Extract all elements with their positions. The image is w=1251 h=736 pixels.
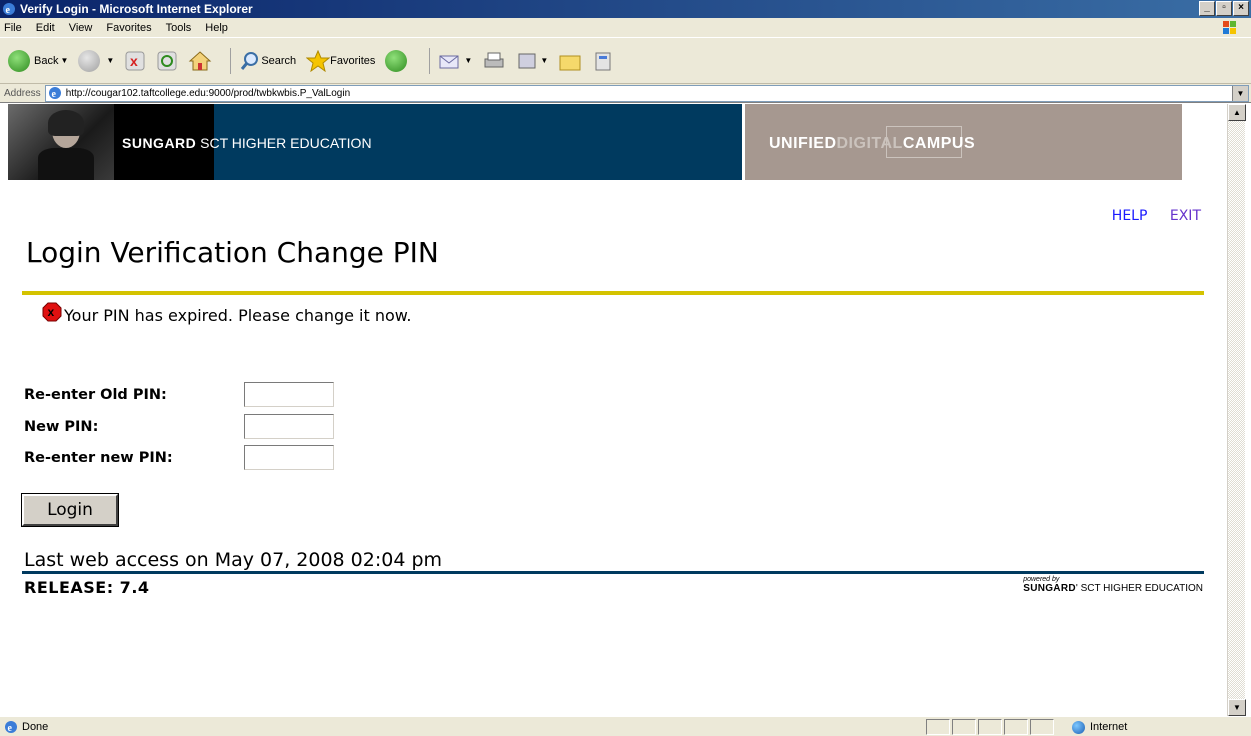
chevron-down-icon: ▼ — [106, 56, 115, 65]
error-text: Your PIN has expired. Please change it n… — [64, 306, 412, 325]
back-arrow-icon — [8, 49, 30, 72]
status-panels — [926, 719, 1056, 735]
stop-icon: x — [125, 51, 145, 70]
toolbar: Back ▼ ▼ x Search Favorites ▼ ▼ — [0, 38, 1251, 84]
address-bar: Address e http://cougar102.taftcollege.e… — [0, 84, 1251, 103]
globe-icon — [1072, 720, 1085, 734]
search-button[interactable]: Search — [239, 50, 296, 72]
svg-text:x: x — [130, 53, 138, 69]
edit-page-icon — [518, 53, 536, 68]
footer-divider — [22, 571, 1204, 574]
new-pin-label: New PIN: — [24, 418, 99, 435]
forward-arrow-icon — [78, 49, 101, 72]
error-icon: x — [42, 302, 62, 321]
edit-button[interactable]: ▼ — [516, 50, 548, 72]
printer-icon — [484, 52, 504, 67]
page-done-icon: e — [5, 720, 17, 734]
old-pin-row: Re-enter Old PIN: — [24, 382, 334, 407]
ie-logo-icon: e — [3, 3, 15, 16]
research-icon — [595, 52, 611, 70]
refresh-button[interactable] — [156, 50, 178, 72]
new-pin-row: New PIN: — [24, 414, 334, 439]
status-text: Done — [22, 720, 49, 733]
menu-file[interactable]: File — [4, 22, 22, 34]
address-field[interactable]: e http://cougar102.taftcollege.edu:9000/… — [44, 84, 1249, 102]
mail-icon — [439, 55, 459, 68]
udc-logo: UNIFIEDDIGITALCAMPUS — [769, 135, 976, 152]
history-button[interactable] — [385, 49, 411, 72]
messenger-button[interactable] — [592, 50, 616, 72]
home-icon — [189, 50, 212, 70]
search-label: Search — [261, 54, 297, 67]
release-text: RELEASE: 7.4 — [24, 578, 150, 597]
svg-text:e: e — [51, 89, 56, 100]
banner-photo — [8, 104, 114, 180]
home-button[interactable] — [188, 50, 212, 72]
favorites-label: Favorites — [330, 54, 376, 67]
svg-text:x: x — [48, 305, 55, 319]
back-button[interactable]: Back ▼ — [8, 49, 69, 72]
page-title: Login Verification Change PIN — [26, 236, 439, 269]
menu-favorites[interactable]: Favorites — [106, 22, 151, 34]
scroll-down-button[interactable]: ▼ — [1228, 699, 1246, 716]
discuss-button[interactable] — [558, 50, 582, 72]
last-access-text: Last web access on May 07, 2008 02:04 pm — [24, 549, 443, 571]
old-pin-label: Re-enter Old PIN: — [24, 386, 167, 403]
menu-edit[interactable]: Edit — [36, 22, 55, 34]
folder-icon — [559, 55, 581, 70]
address-label: Address — [4, 87, 41, 99]
scroll-up-button[interactable]: ▲ — [1228, 104, 1246, 121]
window-controls: _ ▫ × — [1199, 1, 1249, 16]
confirm-pin-label: Re-enter new PIN: — [24, 449, 173, 466]
old-pin-input[interactable] — [244, 382, 334, 407]
security-zone: Internet — [1072, 719, 1127, 735]
maximize-button[interactable]: ▫ — [1216, 1, 1232, 16]
svg-text:e: e — [6, 5, 11, 16]
svg-text:e: e — [8, 723, 13, 734]
menu-tools[interactable]: Tools — [166, 22, 192, 34]
vertical-scrollbar[interactable]: ▲ ▼ — [1227, 104, 1246, 716]
minimize-button[interactable]: _ — [1199, 1, 1215, 16]
mail-button[interactable]: ▼ — [438, 50, 472, 72]
menu-help[interactable]: Help — [205, 22, 228, 34]
confirm-pin-input[interactable] — [244, 445, 334, 470]
star-icon — [306, 49, 331, 72]
header-banner: SUNGARD SCT HIGHER EDUCATION UNIFIEDDIGI… — [8, 104, 1227, 180]
menu-view[interactable]: View — [69, 22, 93, 34]
top-links: HELP EXIT — [1094, 208, 1201, 224]
status-bar: e Done Internet — [0, 716, 1251, 736]
zone-label: Internet — [1090, 721, 1128, 733]
favorites-button[interactable]: Favorites — [306, 49, 376, 72]
search-icon — [241, 51, 259, 70]
address-dropdown-button[interactable]: ▼ — [1232, 85, 1248, 101]
forward-button[interactable]: ▼ — [78, 49, 115, 72]
menu-bar: File Edit View Favorites Tools Help — [0, 18, 1251, 38]
chevron-down-icon: ▼ — [60, 56, 69, 65]
chevron-down-icon: ▼ — [540, 56, 549, 65]
title-divider — [22, 291, 1204, 295]
back-label: Back — [34, 54, 59, 67]
window-title-bar[interactable]: e Verify Login - Microsoft Internet Expl… — [0, 0, 1251, 18]
window-title: Verify Login - Microsoft Internet Explor… — [20, 2, 253, 16]
new-pin-input[interactable] — [244, 414, 334, 439]
exit-link[interactable]: EXIT — [1170, 208, 1201, 224]
history-icon — [385, 49, 408, 72]
confirm-pin-row: Re-enter new PIN: — [24, 445, 334, 470]
page-content: SUNGARD SCT HIGHER EDUCATION UNIFIEDDIGI… — [8, 104, 1227, 716]
print-button[interactable] — [482, 50, 506, 72]
close-button[interactable]: × — [1233, 1, 1249, 16]
toolbar-separator — [429, 47, 431, 74]
powered-by-logo: powered by SUNGARD' SCT HIGHER EDUCATION — [1023, 576, 1203, 594]
chevron-down-icon: ▼ — [464, 56, 473, 65]
toolbar-separator — [230, 47, 232, 74]
windows-flag-icon — [1215, 19, 1245, 37]
page-icon: e — [48, 87, 61, 100]
login-button[interactable]: Login — [21, 493, 119, 527]
address-url: http://cougar102.taftcollege.edu:9000/pr… — [65, 87, 351, 99]
stop-button[interactable]: x — [124, 50, 146, 72]
help-link[interactable]: HELP — [1112, 208, 1148, 224]
error-message: x Your PIN has expired. Please change it… — [42, 302, 412, 325]
refresh-icon — [157, 51, 177, 70]
sungard-logo: SUNGARD SCT HIGHER EDUCATION — [122, 135, 372, 151]
